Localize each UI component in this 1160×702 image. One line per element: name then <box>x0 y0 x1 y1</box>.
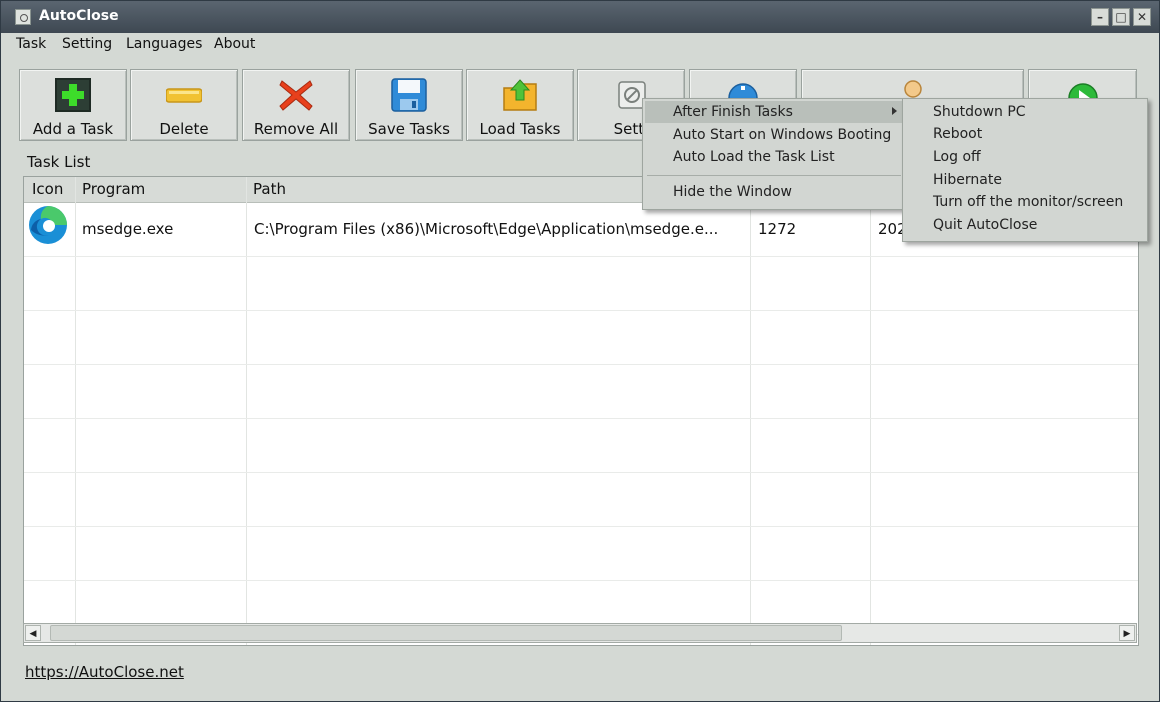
submenu-item-reboot[interactable]: Reboot <box>933 126 982 142</box>
task-list-label: Task List <box>27 153 91 171</box>
scroll-left-arrow-icon[interactable]: ◀ <box>25 625 41 641</box>
scroll-right-arrow-icon[interactable]: ▶ <box>1119 625 1135 641</box>
menu-about[interactable]: About <box>214 36 255 52</box>
menu-setting[interactable]: Setting <box>62 36 112 52</box>
column-header-path[interactable]: Path <box>253 180 286 198</box>
website-link[interactable]: https://AutoClose.net <box>25 663 184 681</box>
minimize-button[interactable]: – <box>1091 8 1109 26</box>
table-row <box>24 364 1138 419</box>
submenu-item-shutdown[interactable]: Shutdown PC <box>933 104 1026 120</box>
scrollbar-thumb[interactable] <box>50 625 842 641</box>
menu-bar: Task Setting Languages About <box>1 33 1159 57</box>
submenu-item-log-off[interactable]: Log off <box>933 149 981 165</box>
load-tasks-label: Load Tasks <box>479 120 561 138</box>
context-menu: After Finish Tasks Auto Start on Windows… <box>642 98 906 210</box>
app-window: AutoClose – □ ✕ Task Setting Languages A… <box>0 0 1160 702</box>
menu-item-auto-start[interactable]: Auto Start on Windows Booting <box>673 127 891 143</box>
remove-all-label: Remove All <box>253 120 339 138</box>
table-row <box>24 418 1138 473</box>
submenu-arrow-icon <box>892 107 897 115</box>
add-task-button[interactable]: Add a Task <box>19 69 127 141</box>
table-row <box>24 526 1138 581</box>
menu-separator <box>647 175 901 176</box>
menu-item-auto-load[interactable]: Auto Load the Task List <box>673 149 835 165</box>
save-icon <box>391 78 427 112</box>
save-tasks-label: Save Tasks <box>368 120 450 138</box>
program-cell: msedge.exe <box>82 220 174 238</box>
submenu-item-turn-off-monitor[interactable]: Turn off the monitor/screen <box>933 194 1123 210</box>
table-row <box>24 310 1138 365</box>
column-header-program[interactable]: Program <box>82 180 145 198</box>
menu-languages[interactable]: Languages <box>126 36 202 52</box>
table-row <box>24 256 1138 311</box>
load-icon <box>503 79 537 111</box>
delete-icon <box>166 88 202 103</box>
remove-all-button[interactable]: Remove All <box>242 69 350 141</box>
submenu: Shutdown PC Reboot Log off Hibernate Tur… <box>902 98 1148 242</box>
app-icon <box>15 9 31 25</box>
horizontal-scrollbar[interactable]: ◀ ▶ <box>23 623 1137 643</box>
close-button[interactable]: ✕ <box>1133 8 1151 26</box>
column-header-icon[interactable]: Icon <box>32 180 63 198</box>
remove-all-icon <box>279 80 313 111</box>
submenu-item-quit[interactable]: Quit AutoClose <box>933 217 1037 233</box>
window-title: AutoClose <box>39 8 119 24</box>
add-task-label: Add a Task <box>32 120 114 138</box>
load-tasks-button[interactable]: Load Tasks <box>466 69 574 141</box>
submenu-item-hibernate[interactable]: Hibernate <box>933 172 1002 188</box>
menu-item-after-finish-tasks[interactable]: After Finish Tasks <box>673 104 793 120</box>
table-row <box>24 472 1138 527</box>
add-task-icon <box>55 78 91 112</box>
menu-item-hide-window[interactable]: Hide the Window <box>673 184 792 200</box>
pid-cell: 1272 <box>758 220 797 238</box>
save-tasks-button[interactable]: Save Tasks <box>355 69 463 141</box>
menu-task[interactable]: Task <box>16 36 46 52</box>
delete-button[interactable]: Delete <box>130 69 238 141</box>
task-table: Icon Program Path msedge.exe C:\Program … <box>23 176 1139 646</box>
edge-browser-icon <box>29 206 67 244</box>
path-cell: C:\Program Files (x86)\Microsoft\Edge\Ap… <box>254 220 719 238</box>
maximize-button[interactable]: □ <box>1112 8 1130 26</box>
delete-label: Delete <box>159 120 209 138</box>
title-bar[interactable]: AutoClose – □ ✕ <box>1 1 1159 33</box>
